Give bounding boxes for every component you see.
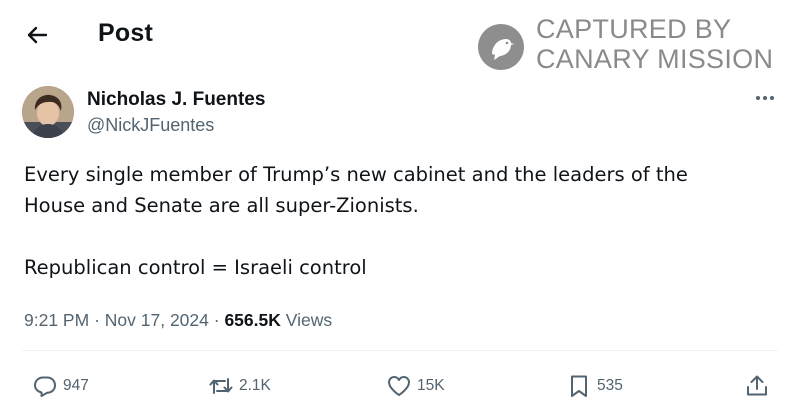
- share-button[interactable]: [744, 368, 770, 404]
- post-time[interactable]: 9:21 PM: [24, 310, 89, 330]
- tweet-line: House and Senate are all super-Zionists.: [24, 194, 419, 217]
- tweet-text: Every single member of Trump’s new cabin…: [24, 159, 764, 283]
- bookmark-button[interactable]: 535: [566, 368, 623, 404]
- reply-icon: [34, 376, 56, 397]
- bookmark-count: 535: [597, 377, 623, 394]
- back-button[interactable]: [24, 22, 50, 48]
- author-display-name[interactable]: Nicholas J. Fuentes: [87, 89, 265, 111]
- repost-button[interactable]: 2.1K: [208, 368, 271, 404]
- arrow-left-icon: [27, 26, 48, 44]
- author-handle[interactable]: @NickJFuentes: [87, 115, 214, 136]
- post-date[interactable]: Nov 17, 2024: [105, 310, 209, 330]
- avatar[interactable]: [22, 86, 74, 138]
- watermark: CAPTURED BY CANARY MISSION: [478, 14, 778, 76]
- canary-bird-icon: [478, 24, 524, 70]
- share-icon: [747, 375, 767, 396]
- action-bar: 947 2.1K 15K 535: [0, 368, 800, 404]
- tweet-line: Republican control = Israeli control: [24, 256, 367, 279]
- tweet-meta: 9:21 PM · Nov 17, 2024 · 656.5K Views: [24, 310, 332, 331]
- divider: [22, 350, 778, 351]
- repost-icon: [209, 378, 233, 394]
- tweet-line: Every single member of Trump’s new cabin…: [24, 163, 688, 186]
- page-title: Post: [98, 19, 153, 47]
- reply-button[interactable]: 947: [32, 368, 89, 404]
- author-row: Nicholas J. Fuentes @NickJFuentes: [22, 84, 782, 140]
- more-horizontal-icon: [756, 96, 774, 100]
- heart-icon: [388, 376, 410, 396]
- watermark-line-2: CANARY MISSION: [536, 44, 774, 74]
- like-button[interactable]: 15K: [386, 368, 445, 404]
- like-count: 15K: [417, 377, 445, 394]
- watermark-text: CAPTURED BY CANARY MISSION: [536, 14, 773, 74]
- views-count: 656.5K: [224, 310, 281, 330]
- reply-count: 947: [63, 377, 89, 394]
- meta-separator: ·: [213, 310, 220, 330]
- views-label: Views: [285, 310, 333, 330]
- bookmark-icon: [571, 375, 587, 397]
- more-options-button[interactable]: [750, 86, 780, 110]
- repost-count: 2.1K: [239, 377, 271, 394]
- watermark-line-1: CAPTURED BY: [536, 14, 732, 44]
- meta-separator: ·: [94, 310, 100, 330]
